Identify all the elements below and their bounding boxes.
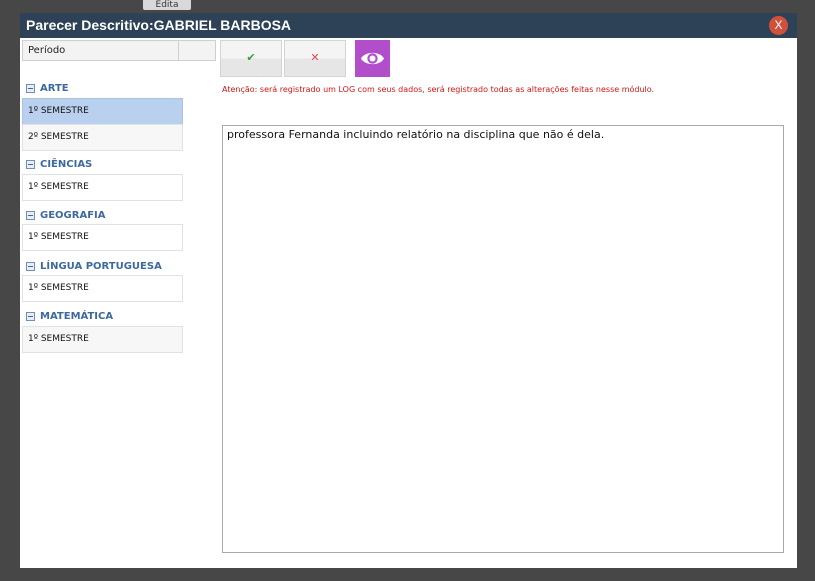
group-ciencias[interactable]: CIÊNCIAS [22,157,92,171]
group-matematica[interactable]: MATEMÁTICA [22,309,113,323]
collapse-icon [26,311,35,321]
background-tab-edita: Edita [143,0,191,10]
parecer-text-editor[interactable]: professora Fernanda incluindo relatório … [222,125,784,553]
group-arte[interactable]: ARTE [22,81,69,95]
collapse-icon [26,261,35,271]
parecer-dialog: Parecer Descritivo:GABRIEL BARBOSA X Per… [20,13,797,568]
arte-semester-2[interactable]: 2º SEMESTRE [22,124,183,151]
lingua-portuguesa-semester-1[interactable]: 1º SEMESTRE [22,275,183,302]
dialog-titlebar: Parecer Descritivo:GABRIEL BARBOSA X [20,13,797,38]
collapse-icon [26,83,35,93]
geografia-semester-1[interactable]: 1º SEMESTRE [22,224,183,251]
confirm-button[interactable]: ✔ [220,40,282,77]
group-lingua-portuguesa[interactable]: LÍNGUA PORTUGUESA [22,259,162,273]
group-label: GEOGRAFIA [40,209,106,221]
period-header-label: Período [28,45,66,56]
collapse-icon [26,210,35,220]
period-column-header[interactable]: Período [22,40,216,61]
group-label: ARTE [40,82,69,94]
cancel-button[interactable]: ✕ [284,40,346,77]
close-button[interactable]: X [769,16,788,35]
matematica-semester-1[interactable]: 1º SEMESTRE [22,326,183,353]
arte-semester-1[interactable]: 1º SEMESTRE [22,98,183,125]
group-label: MATEMÁTICA [40,310,114,322]
view-button[interactable] [355,40,390,77]
group-geografia[interactable]: GEOGRAFIA [22,208,105,222]
column-separator [178,41,179,60]
checkmark-icon: ✔ [246,51,256,64]
eye-icon [361,52,384,65]
log-warning-text: Atenção: será registrado um LOG com seus… [222,85,655,94]
dialog-title: Parecer Descritivo:GABRIEL BARBOSA [26,17,292,33]
group-label: LÍNGUA PORTUGUESA [40,260,162,272]
ciencias-semester-1[interactable]: 1º SEMESTRE [22,174,183,201]
x-icon: ✕ [310,51,320,64]
group-label: CIÊNCIAS [40,158,93,170]
collapse-icon [26,159,35,169]
